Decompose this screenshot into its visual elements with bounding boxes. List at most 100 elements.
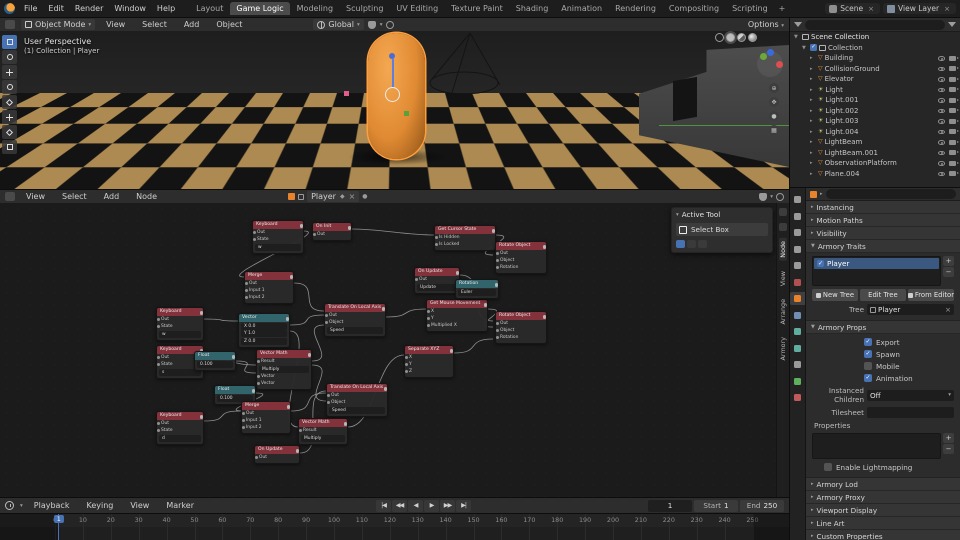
node-socket-row[interactable]: State [253, 236, 303, 243]
menu-window[interactable]: Window [109, 3, 151, 14]
workspace-tab-texture-paint[interactable]: Texture Paint [445, 2, 509, 15]
camera-visibility-icon[interactable] [949, 77, 956, 82]
current-frame-field[interactable]: 1 [648, 500, 692, 512]
navigation-gizmo[interactable] [757, 51, 783, 77]
tool-select-box-button[interactable] [2, 35, 17, 49]
viewport-menu-object[interactable]: Object [211, 19, 247, 30]
node-socket-row[interactable]: Object [496, 327, 546, 334]
new-tree-button[interactable]: New Tree [812, 289, 858, 301]
section-armory-props[interactable]: ▼ Armory Props [806, 321, 960, 334]
current-frame-chip[interactable]: 1 [54, 515, 64, 523]
active-tool-header[interactable]: ▾ Active Tool [672, 208, 772, 221]
eye-visibility-icon[interactable] [938, 119, 945, 124]
wireframe-shading-icon[interactable] [715, 33, 724, 42]
expand-icon[interactable]: ▸ [810, 55, 816, 61]
menu-render[interactable]: Render [70, 3, 108, 14]
editor-type-icon[interactable] [5, 192, 15, 201]
section-armory-lod[interactable]: ▸Armory Lod [806, 478, 960, 491]
workspace-tab-compositing[interactable]: Compositing [663, 2, 725, 15]
node-menu-select[interactable]: Select [57, 191, 92, 202]
node-socket-row[interactable]: Y 1.0 [241, 330, 287, 337]
scene-selector[interactable]: Scene × [825, 3, 880, 14]
eye-visibility-icon[interactable] [938, 172, 945, 177]
logic-node-separate-xyz[interactable]: Separate XYZXYZ [404, 345, 454, 378]
snap-options-chevron[interactable]: ▾ [770, 194, 773, 200]
node-socket-row[interactable]: Speed [329, 407, 385, 414]
view-layer-remove-icon[interactable]: × [942, 5, 952, 13]
tool-cursor-button[interactable] [2, 50, 17, 64]
filter-icon[interactable] [794, 22, 802, 27]
sidebar-tab-node[interactable]: Node [779, 238, 787, 261]
section-armory-proxy[interactable]: ▸Armory Proxy [806, 491, 960, 504]
section-armory-traits[interactable]: ▼ Armory Traits [806, 240, 960, 253]
axis-y-dot[interactable] [760, 53, 767, 60]
workspace-tab-uv-editing[interactable]: UV Editing [390, 2, 444, 15]
node-socket-row[interactable]: State [157, 323, 203, 330]
logic-node-vector-math[interactable]: Vector MathResultMultiply [298, 418, 348, 445]
outliner-search-input[interactable] [805, 20, 945, 30]
unlink-tree-icon[interactable]: × [349, 192, 356, 201]
snap-magnet-icon[interactable] [368, 21, 376, 29]
node-socket-row[interactable]: 0.100 [197, 361, 233, 368]
remove-property-button[interactable]: − [943, 444, 954, 454]
play-button[interactable]: ▶ [424, 500, 439, 512]
collapse-icon[interactable]: ▼ [794, 34, 800, 40]
scene-unlink-icon[interactable]: × [866, 5, 876, 13]
node-socket-row[interactable]: Speed [327, 327, 383, 334]
tool-transform-button[interactable] [2, 110, 17, 124]
eye-visibility-icon[interactable] [938, 140, 945, 145]
logic-node-rotate-object[interactable]: Rotate ObjectOutObjectRotation [495, 241, 547, 274]
expand-icon[interactable]: ▸ [810, 150, 816, 156]
node-socket-row[interactable]: X [405, 354, 453, 361]
menu-help[interactable]: Help [152, 3, 180, 14]
eye-visibility-icon[interactable] [938, 77, 945, 82]
eye-visibility-icon[interactable] [938, 98, 945, 103]
logic-node-merge[interactable]: MergeOutInput 1Input 2 [244, 271, 294, 304]
object-properties-tab[interactable] [790, 292, 805, 305]
node-socket-row[interactable]: Y [427, 315, 487, 322]
node-socket-row[interactable]: d [159, 435, 201, 442]
solid-shading-icon[interactable] [726, 33, 735, 42]
proportional-edit-icon[interactable] [386, 21, 394, 29]
zoom-icon[interactable]: ⊕ [769, 83, 779, 93]
outliner-row-collisionground[interactable]: ▸▽CollisionGround [790, 64, 960, 75]
viewport-3d[interactable]: User Perspective (1) Collection | Player… [0, 31, 789, 189]
add-property-button[interactable]: + [943, 433, 954, 443]
node-socket-row[interactable]: Out [157, 420, 203, 427]
node-socket-row[interactable]: Out [496, 250, 546, 257]
node-socket-row[interactable]: Object [325, 319, 385, 326]
scene-properties-tab[interactable] [790, 259, 805, 272]
timeline-menu-view[interactable]: View [125, 500, 154, 511]
node-socket-row[interactable]: Input 2 [242, 424, 290, 431]
modifiers-properties-tab[interactable] [790, 309, 805, 322]
rendered-shading-icon[interactable] [748, 33, 757, 42]
node-socket-row[interactable]: Y [405, 361, 453, 368]
timeline-menu-playback[interactable]: Playback [29, 500, 75, 511]
node-socket-row[interactable]: Multiply [259, 366, 309, 373]
view-layer-selector[interactable]: View Layer × [883, 3, 956, 14]
overlay-toggle-icon[interactable] [776, 193, 784, 201]
logic-node-translate-on-local-axis[interactable]: Translate On Local AxisOutObjectSpeed [324, 303, 386, 337]
node-socket-row[interactable]: Out [253, 229, 303, 236]
tool-rotate-button[interactable] [2, 80, 17, 94]
eye-visibility-icon[interactable] [938, 56, 945, 61]
node-socket-row[interactable]: Out [496, 320, 546, 327]
collection-checkbox[interactable]: ✓ [810, 44, 817, 51]
expand-icon[interactable]: ▸ [810, 160, 816, 166]
workspace-tab-game-logic[interactable]: Game Logic [230, 2, 289, 15]
logic-node-on-update[interactable]: On UpdateOutUpdate [414, 267, 460, 294]
prev-keyframe-button[interactable]: ◀◀ [392, 500, 407, 512]
camera-visibility-icon[interactable] [949, 140, 956, 145]
expand-icon[interactable]: ▸ [810, 129, 816, 135]
expand-icon[interactable]: ▸ [810, 108, 816, 114]
node-socket-row[interactable]: w [255, 244, 301, 251]
logic-node-keyboard[interactable]: KeyboardOutStatew [252, 220, 304, 254]
logic-node-get-cursor-state[interactable]: Get Cursor StateIs HiddenIs Locked [434, 225, 496, 251]
sidebar-tab-view[interactable]: View [779, 268, 787, 289]
viewport-menu-add[interactable]: Add [179, 19, 205, 30]
sidebar-icon[interactable] [779, 223, 787, 231]
outliner-row-lightbeam[interactable]: ▸▽LightBeam [790, 137, 960, 148]
node-socket-row[interactable]: Multiply [301, 435, 345, 442]
timeline-ruler[interactable]: 0102030405060708090100110120130140150160… [0, 514, 789, 540]
logic-node-float[interactable]: Float0.100 [194, 351, 236, 371]
